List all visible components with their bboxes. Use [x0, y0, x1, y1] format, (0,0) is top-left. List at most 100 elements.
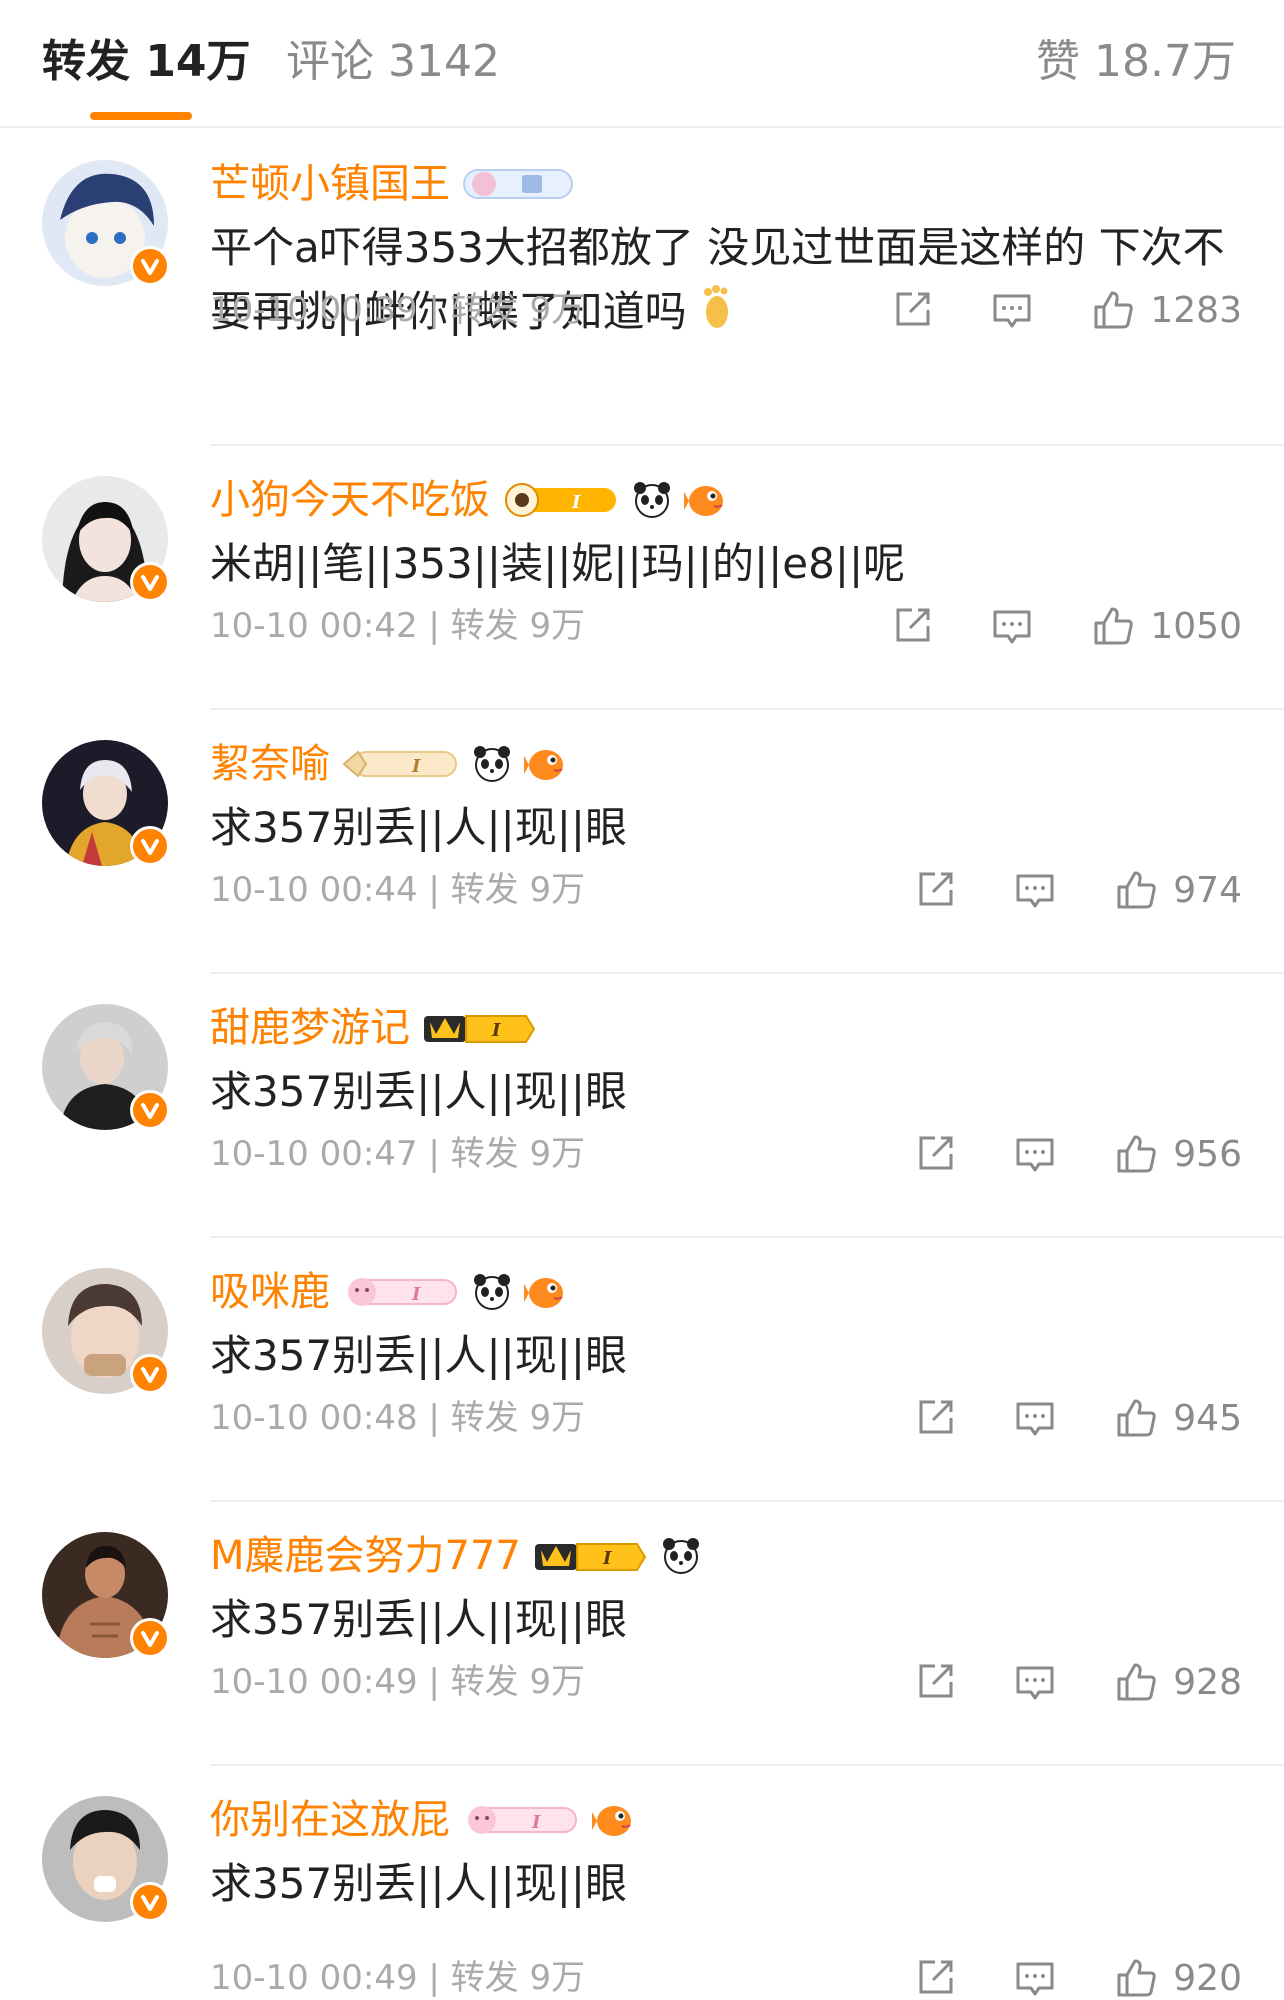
like-button[interactable]: 928 — [1113, 1659, 1242, 1705]
reply-button[interactable] — [1013, 1396, 1057, 1440]
repost-button[interactable] — [913, 1660, 957, 1704]
comment-icon — [1016, 874, 1054, 908]
comment-icon — [993, 294, 1031, 328]
like-count: 956 — [1173, 1133, 1242, 1175]
verified-badge-icon — [130, 826, 170, 866]
verified-badge-icon — [130, 1090, 170, 1130]
repost-count: 转发 9万 — [450, 290, 586, 330]
comment-text: 求357别丢||人||现||眼 — [210, 1067, 628, 1116]
reply-button[interactable] — [1013, 1132, 1057, 1176]
edit-icon — [896, 608, 930, 642]
thumbs-up-icon — [1117, 871, 1156, 909]
comment-date: 10-10 00:49 — [210, 1662, 418, 1702]
repost-count: 转发 9万 — [450, 1662, 586, 1702]
like-count: 920 — [1173, 1957, 1242, 1999]
like-button[interactable]: 920 — [1113, 1955, 1242, 2000]
like-count: 928 — [1173, 1661, 1242, 1703]
reply-button[interactable] — [1013, 1660, 1057, 1704]
reply-button[interactable] — [990, 604, 1034, 648]
reply-button[interactable] — [1013, 868, 1057, 912]
username[interactable]: 絜奈喻 — [210, 736, 330, 792]
username[interactable]: 芒顿小镇国王 — [210, 156, 450, 212]
tab-repost[interactable]: 转发 14万 — [42, 32, 251, 92]
comment-text: 求357别丢||人||现||眼 — [210, 803, 628, 852]
repost-button[interactable] — [913, 1956, 957, 2000]
panda-emoji-icon — [661, 1536, 701, 1576]
svg-text:I: I — [571, 492, 581, 513]
like-count: 974 — [1173, 869, 1242, 911]
edit-icon — [919, 1664, 953, 1698]
fish-emoji-icon — [592, 1800, 636, 1840]
svg-text:I: I — [602, 1548, 612, 1569]
username[interactable]: 小狗今天不吃饭 — [210, 472, 490, 528]
thumbs-up-icon — [1117, 1135, 1156, 1173]
repost-button[interactable] — [913, 1396, 957, 1440]
comment-tabs: 转发 14万 评论 3142 赞 18.7万 — [0, 0, 1284, 128]
comment-date: 10-10 00:49 — [210, 1958, 418, 1998]
username[interactable]: 你别在这放屁 — [210, 1792, 450, 1848]
repost-button[interactable] — [913, 868, 957, 912]
comment-icon — [1016, 1402, 1054, 1436]
comment-icon — [1016, 1962, 1054, 1996]
member-badge-icon: I — [502, 480, 620, 520]
svg-text:I: I — [531, 1812, 541, 1833]
username[interactable]: 甜鹿梦游记 — [210, 1000, 410, 1056]
verified-badge-icon — [130, 1618, 170, 1658]
comment-date: 10-10 00:39 — [210, 290, 418, 330]
repost-button[interactable] — [890, 288, 934, 332]
like-button[interactable]: 956 — [1113, 1131, 1242, 1177]
verified-badge-icon — [130, 1354, 170, 1394]
panda-emoji-icon — [472, 744, 512, 784]
member-badge-icon: I — [422, 1008, 538, 1048]
panda-emoji-icon — [472, 1272, 512, 1312]
comment-text: 米胡||笔||353||装||妮||玛||的||e8||呢 — [210, 539, 906, 588]
repost-button[interactable] — [890, 604, 934, 648]
edit-icon — [919, 1400, 953, 1434]
like-button[interactable]: 974 — [1113, 867, 1242, 913]
fish-emoji-icon — [524, 744, 568, 784]
comment-item: 你别在这放屁 I 求357别丢||人||现||眼 10-10 00:49 | 转… — [0, 1766, 1284, 2000]
repost-count: 转发 9万 — [450, 1958, 586, 1998]
thumbs-up-icon — [1117, 1663, 1156, 1701]
comment-item: 絜奈喻 I 求357别丢||人||现||眼 10-10 00:44 | 转发 9… — [0, 710, 1284, 974]
edit-icon — [919, 1960, 953, 1994]
edit-icon — [919, 872, 953, 906]
comment-text: 求357别丢||人||现||眼 — [210, 1331, 628, 1380]
comment-item: 小狗今天不吃饭 I 米胡||笔||353||装||妮||玛||的||e8||呢 … — [0, 446, 1284, 710]
username[interactable]: M麋鹿会努力777 — [210, 1528, 521, 1584]
tab-comment[interactable]: 评论 3142 — [286, 32, 500, 92]
comment-date: 10-10 00:47 — [210, 1134, 418, 1174]
like-count: 1283 — [1150, 289, 1242, 331]
repost-button[interactable] — [913, 1132, 957, 1176]
edit-icon — [896, 292, 930, 326]
verified-badge-icon — [130, 246, 170, 286]
comment-item: 吸咪鹿 I 求357别丢||人||现||眼 10-10 00:48 | 转发 9… — [0, 1238, 1284, 1502]
tab-like[interactable]: 赞 18.7万 — [1036, 32, 1236, 92]
reply-button[interactable] — [990, 288, 1034, 332]
member-badge-icon: I — [342, 744, 460, 784]
comment-item: 甜鹿梦游记 I 求357别丢||人||现||眼 10-10 00:47 | 转发… — [0, 974, 1284, 1238]
thumbs-up-icon — [1094, 607, 1134, 645]
reply-button[interactable] — [1013, 1956, 1057, 2000]
comment-date: 10-10 00:44 — [210, 870, 418, 910]
comment-date: 10-10 00:42 — [210, 606, 418, 646]
active-tab-indicator — [90, 112, 192, 120]
thumbs-up-icon — [1094, 291, 1134, 329]
thumbs-up-icon — [1117, 1399, 1156, 1437]
foot-emoji-icon — [700, 282, 734, 348]
member-badge-icon — [462, 164, 574, 204]
comment-item: M麋鹿会努力777 I 求357别丢||人||现||眼 10-10 00:49 … — [0, 1502, 1284, 1766]
like-button[interactable]: 945 — [1113, 1395, 1242, 1441]
comment-date: 10-10 00:48 — [210, 1398, 418, 1438]
like-button[interactable]: 1283 — [1090, 287, 1242, 333]
verified-badge-icon — [130, 562, 170, 602]
like-button[interactable]: 1050 — [1090, 603, 1242, 649]
username[interactable]: 吸咪鹿 — [210, 1264, 330, 1320]
svg-text:I: I — [411, 1284, 421, 1305]
comment-text: 求357别丢||人||现||眼 — [210, 1859, 628, 1908]
comment-icon — [1016, 1138, 1054, 1172]
comment-text: 求357别丢||人||现||眼 — [210, 1595, 628, 1644]
member-badge-icon: I — [462, 1800, 580, 1840]
thumbs-up-icon — [1117, 1959, 1156, 1997]
like-count: 1050 — [1150, 605, 1242, 647]
